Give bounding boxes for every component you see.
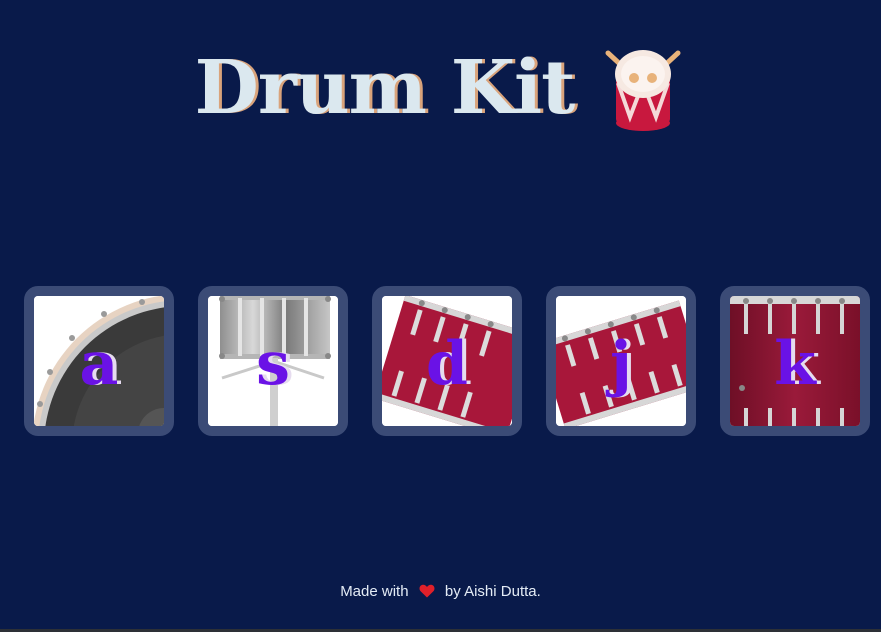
drum-key-label: j	[610, 329, 632, 399]
drum-key-label: k	[774, 329, 816, 399]
heart-icon	[419, 584, 435, 598]
header: Drum Kit	[0, 42, 881, 134]
footer-prefix: Made with	[340, 583, 409, 600]
drum-key-label: a	[79, 329, 119, 399]
drum-button-s[interactable]: s	[198, 286, 348, 436]
drum-button-j[interactable]: j	[546, 286, 696, 436]
drum-buttons: a s d j k	[24, 286, 870, 436]
footer-suffix: by Aishi Dutta.	[444, 583, 541, 600]
drum-icon	[605, 50, 681, 131]
drum-button-k[interactable]: k	[720, 286, 870, 436]
drum-button-d[interactable]: d	[372, 286, 522, 436]
page-title: Drum Kit	[194, 45, 576, 131]
drum-key-label: d	[426, 329, 468, 399]
drum-kit-page: Drum Kit a s d j k Made with by Aishi Du…	[0, 0, 881, 632]
footer: Made with by Aishi Dutta.	[0, 582, 881, 602]
drum-button-a[interactable]: a	[24, 286, 174, 436]
drum-key-label: s	[256, 329, 290, 399]
